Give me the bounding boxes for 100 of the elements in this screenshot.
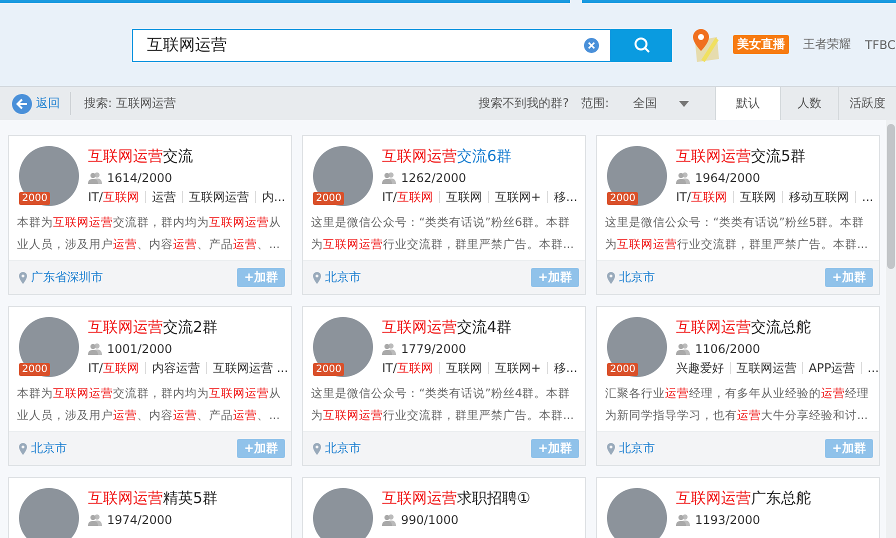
header-link[interactable]: 王者荣耀 <box>803 36 851 53</box>
tag-label[interactable]: 互联网+ <box>494 188 541 206</box>
tag-label[interactable]: 运营 <box>152 188 176 206</box>
members-icon <box>382 514 396 526</box>
group-title[interactable]: 互联网运营广东总舵 <box>676 488 811 508</box>
tag-label[interactable]: IT/互联网 <box>88 188 139 206</box>
member-count: 1974/2000 <box>107 513 172 527</box>
tag-label[interactable]: 兴趣爱好 <box>676 360 724 376</box>
location-pin-icon <box>607 442 615 454</box>
tag-label[interactable]: 互联网 <box>446 360 482 376</box>
tag-label[interactable]: IT/互联网 <box>382 188 433 206</box>
members-icon <box>88 514 102 526</box>
member-limit-badge: 2000 <box>313 363 344 376</box>
group-card[interactable]: 2000 互联网运营交流5群 1964/2000 IT/互联网 互联网 移动互联网 ... 这里是微信公众号：“类类有话说”粉丝5群。本群为互联网运营行业交流群，群里严禁广告。本群... 北京市 +加群 <box>596 135 880 295</box>
members-icon <box>676 343 690 355</box>
tag-label[interactable]: 内... <box>262 188 286 206</box>
group-description: 本群为互联网运营交流群，群内均为互联网运营从业人员，涉及用户运营、内容运营、产品运营、... <box>17 385 282 424</box>
members-icon <box>382 172 396 184</box>
tag-label[interactable]: IT/互联网 <box>88 360 139 376</box>
search-query-text: 搜索: 互联网运营 <box>84 95 176 112</box>
scope-label: 范围: <box>580 95 609 112</box>
group-title[interactable]: 互联网运营精英5群 <box>88 488 218 508</box>
group-title[interactable]: 互联网运营交流2群 <box>88 317 288 337</box>
location-link[interactable]: 北京市 <box>607 440 655 457</box>
member-limit-badge: 2000 <box>19 192 50 205</box>
scope-dropdown[interactable]: 全国 <box>627 94 695 113</box>
group-title[interactable]: 互联网运营求职招聘① <box>382 488 530 508</box>
location-link[interactable]: 北京市 <box>607 269 655 286</box>
scrollbar[interactable] <box>886 120 896 538</box>
tag-label[interactable]: 移动互联网 <box>788 188 849 206</box>
location-pin-icon <box>313 272 321 284</box>
location-pin-icon <box>19 442 27 454</box>
group-card[interactable]: 2000 互联网运营交流2群 1001/2000 IT/互联网 内容运营 互联网运营 ... 本群为互联网运营交流群，群内均为互联网运营从业人员，涉及用户运营、内容运营、产品运营、... 北京市 +加群 <box>8 306 292 466</box>
back-button[interactable]: 返回 <box>0 92 71 115</box>
group-card[interactable]: 2000 互联网运营交流总舵 1106/2000 兴趣爱好 互联网运营 APP运营 ... 汇聚各行业运营经理，有多年从业经验的运营经理为新同学指导学习，也有运营大牛分享经验和讨... 北京市 +加群 <box>596 306 880 466</box>
tag-label[interactable]: 移... <box>554 360 578 376</box>
location-link[interactable]: 广东省深圳市 <box>19 269 103 286</box>
help-link[interactable]: 搜索不到我的群? <box>478 95 569 112</box>
member-count: 1614/2000 <box>107 171 172 185</box>
tag-label[interactable]: 互联网 <box>446 188 482 206</box>
tag-label[interactable]: IT/互联网 <box>676 188 727 206</box>
group-description: 这里是微信公众号：“类类有话说”粉丝6群。本群为互联网运营行业交流群，群里严禁广告。本群... <box>311 214 575 253</box>
avatar-photo-placeholder <box>607 488 667 538</box>
tag-label[interactable]: IT/互联网 <box>382 360 433 376</box>
member-limit-badge: 2000 <box>607 192 638 205</box>
member-count: 1001/2000 <box>107 342 172 356</box>
header-link[interactable]: TFBC <box>865 38 896 52</box>
caret-icon <box>679 100 689 106</box>
tag-label[interactable]: 互联网运营 <box>736 360 796 376</box>
tag-label[interactable]: ... <box>868 361 879 375</box>
tag-label[interactable]: 互联网 <box>740 188 776 206</box>
search-field[interactable]: 互联网运营 <box>132 28 611 62</box>
tag-label[interactable]: 互联网+ <box>494 360 541 376</box>
group-card[interactable]: 互联网运营求职招聘① 990/1000 <box>302 477 586 538</box>
members-icon <box>88 343 102 355</box>
members-icon <box>676 514 690 526</box>
members-icon <box>88 172 102 184</box>
tag-label[interactable]: 互联网运营 <box>188 188 249 206</box>
group-card[interactable]: 2000 互联网运营交流4群 1779/2000 IT/互联网 互联网 互联网+ 移... 这里是微信公众号：“类类有话说”粉丝4群。本群为互联网运营行业交流群，群里严禁广告。本群... 北京市 +加群 <box>302 306 586 466</box>
group-card[interactable]: 2000 互联网运营交流 1614/2000 IT/互联网 运营 互联网运营 内... 本群为互联网运营交流群，群内均为互联网运营从业人员，涉及用户运营、内容运营、产品运营、... 广东省深圳市 +加群 <box>8 135 292 295</box>
avatar-photo-placeholder <box>19 488 79 538</box>
location-link[interactable]: 北京市 <box>313 269 361 286</box>
members-icon <box>676 172 690 184</box>
location-link[interactable]: 北京市 <box>313 440 361 457</box>
location-pin-icon <box>19 272 27 284</box>
group-title[interactable]: 互联网运营交流4群 <box>382 317 578 337</box>
group-title[interactable]: 互联网运营交流5群 <box>676 146 874 166</box>
clear-icon[interactable] <box>584 38 599 52</box>
member-count: 1193/2000 <box>695 513 760 527</box>
group-description: 汇聚各行业运营经理，有多年从业经验的运营经理为新同学指导学习，也有运营大牛分享经验和讨... <box>605 385 870 424</box>
tag-label[interactable]: APP运营 <box>808 360 856 376</box>
search-button[interactable] <box>611 28 672 62</box>
group-title[interactable]: 互联网运营交流总舵 <box>676 317 879 337</box>
member-count: 990/1000 <box>401 513 458 527</box>
location-pin-icon <box>607 272 615 284</box>
avatar-photo-placeholder <box>313 488 373 538</box>
group-description: 这里是微信公众号：“类类有话说”粉丝5群。本群为互联网运营行业交流群，群里严禁广告。本群... <box>605 214 869 253</box>
group-card[interactable]: 2000 互联网运营交流6群 1262/2000 IT/互联网 互联网 互联网+ 移... 这里是微信公众号：“类类有话说”粉丝6群。本群为互联网运营行业交流群，群里严禁广告。本群... 北京市 +加群 <box>302 135 586 295</box>
location-link[interactable]: 北京市 <box>19 440 67 457</box>
member-limit-badge: 2000 <box>19 363 50 376</box>
group-title[interactable]: 互联网运营交流6群 <box>382 146 578 166</box>
sort-tab[interactable]: 默认 <box>715 87 780 120</box>
member-count: 1779/2000 <box>401 342 466 356</box>
tag-label[interactable]: 内容运营 <box>152 360 200 376</box>
location-pin-icon <box>313 442 321 454</box>
search-icon <box>632 36 650 54</box>
member-count: 1106/2000 <box>695 342 760 356</box>
member-count: 1262/2000 <box>401 171 466 185</box>
group-card[interactable]: 互联网运营广东总舵 1193/2000 <box>596 477 880 538</box>
tag-label[interactable]: ... <box>862 190 874 204</box>
group-description: 这里是微信公众号：“类类有话说”粉丝4群。本群为互联网运营行业交流群，群里严禁广告。本群... <box>311 385 575 424</box>
tag-label[interactable]: 移... <box>554 188 578 206</box>
member-limit-badge: 2000 <box>313 192 344 205</box>
members-icon <box>382 343 396 355</box>
tag-label[interactable]: 互联网运营 ... <box>212 360 288 376</box>
group-card[interactable]: 互联网运营精英5群 1974/2000 <box>8 477 292 538</box>
group-description: 本群为互联网运营交流群，群内均为互联网运营从业人员，涉及用户运营、内容运营、产品运营、... <box>17 214 282 253</box>
member-limit-badge: 2000 <box>607 363 638 376</box>
group-title[interactable]: 互联网运营交流 <box>88 146 286 166</box>
member-count: 1964/2000 <box>695 171 760 185</box>
